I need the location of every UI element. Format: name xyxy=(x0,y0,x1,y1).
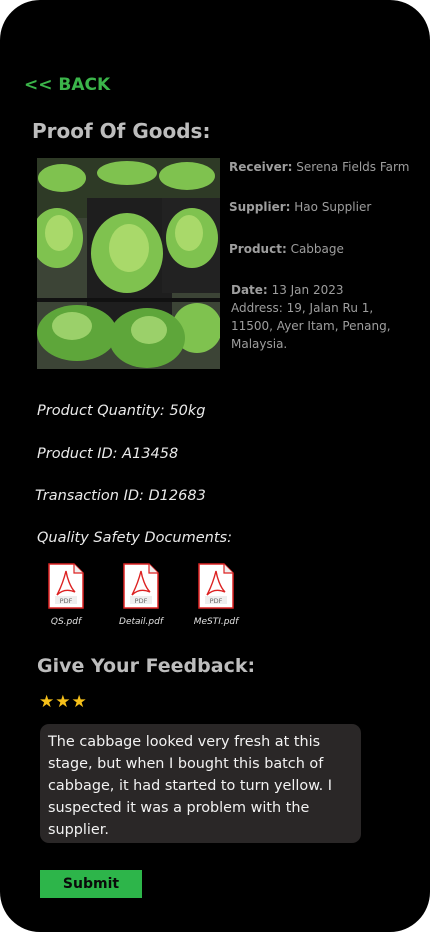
submit-button[interactable]: Submit xyxy=(40,870,142,898)
transaction-id: Transaction ID: D12683 xyxy=(35,488,206,504)
date-row: Date: 13 Jan 2023 xyxy=(231,281,391,299)
svg-text:PDF: PDF xyxy=(60,597,73,605)
address-line-2: 11500, Ayer Itam, Penang, xyxy=(231,319,391,333)
page-title: Proof Of Goods: xyxy=(32,119,211,143)
supplier-row: Supplier: Hao Supplier xyxy=(229,198,371,216)
feedback-textarea[interactable]: The cabbage looked very fresh at this st… xyxy=(40,724,361,843)
docs-heading: Quality Safety Documents: xyxy=(37,530,232,546)
receiver-row: Receiver: Serena Fields Farm xyxy=(229,158,409,176)
date-address-block: Date: 13 Jan 2023 Address: 19, Jalan Ru … xyxy=(231,281,391,353)
supplier-label: Supplier: xyxy=(229,200,291,214)
date-label: Date: xyxy=(231,283,268,297)
pdf-file-icon: PDF xyxy=(198,563,234,609)
phone-screen: << BACK Proof Of Goods: Receiver: Serena… xyxy=(0,0,430,932)
product-value: Cabbage xyxy=(290,242,344,256)
supplier-value: Hao Supplier xyxy=(294,200,372,214)
pdf-file-icon: PDF xyxy=(48,563,84,609)
document-mesti[interactable]: PDF MeSTI.pdf xyxy=(188,563,244,627)
product-photo xyxy=(37,158,220,369)
svg-text:PDF: PDF xyxy=(210,597,223,605)
feedback-title: Give Your Feedback: xyxy=(37,655,256,677)
document-detail[interactable]: PDF Detail.pdf xyxy=(113,563,169,627)
receiver-label: Receiver: xyxy=(229,160,293,174)
product-id: Product ID: A13458 xyxy=(37,446,179,462)
back-button[interactable]: << BACK xyxy=(24,75,110,95)
product-row: Product: Cabbage xyxy=(229,240,344,258)
document-name: QS.pdf xyxy=(50,617,82,627)
document-qs[interactable]: PDF QS.pdf xyxy=(38,563,94,627)
document-name: MeSTI.pdf xyxy=(193,617,239,627)
document-name: Detail.pdf xyxy=(119,617,163,627)
receiver-value: Serena Fields Farm xyxy=(296,160,410,174)
product-quantity: Product Quantity: 50kg xyxy=(37,403,206,419)
date-value: 13 Jan 2023 xyxy=(271,283,344,297)
svg-text:PDF: PDF xyxy=(135,597,148,605)
star-icon[interactable]: ★ xyxy=(39,692,55,712)
address-line-1: Address: 19, Jalan Ru 1, xyxy=(231,301,374,315)
star-rating[interactable]: ★★★ xyxy=(39,692,88,712)
star-icon[interactable]: ★ xyxy=(72,692,88,712)
address-line-3: Malaysia. xyxy=(231,337,288,351)
star-icon[interactable]: ★ xyxy=(55,692,71,712)
pdf-file-icon: PDF xyxy=(123,563,159,609)
product-label: Product: xyxy=(229,242,287,256)
